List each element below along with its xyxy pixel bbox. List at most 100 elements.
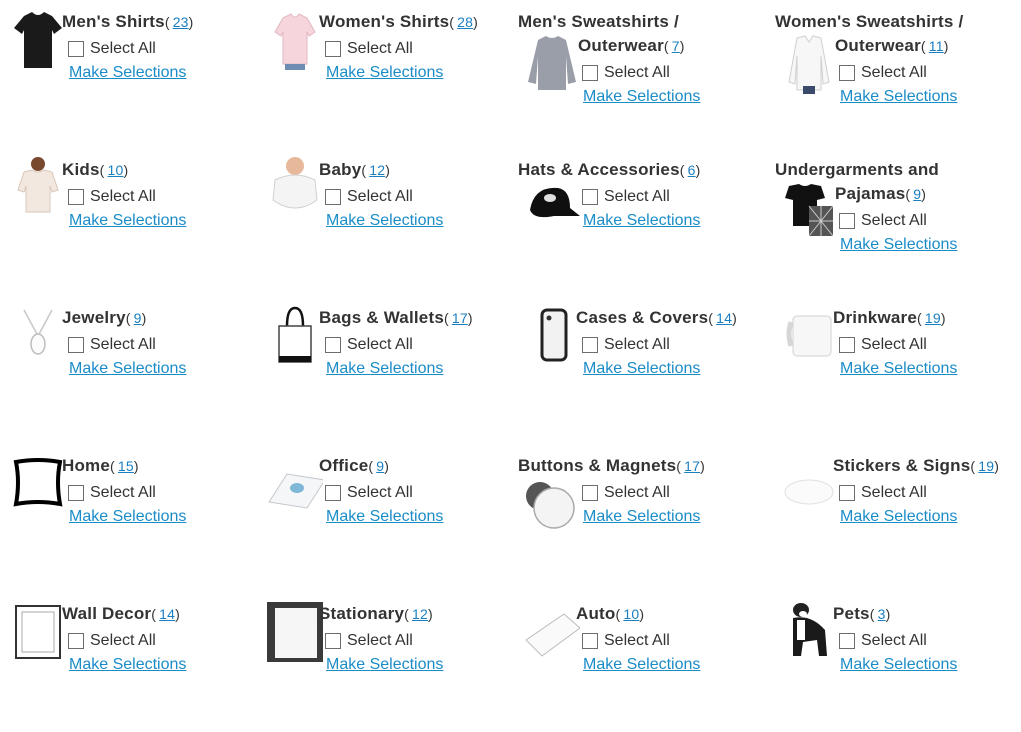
select-all-checkbox[interactable]: Select All	[582, 484, 670, 502]
make-selections-link[interactable]: Make Selections	[326, 212, 443, 230]
category-title: Stickers & Signs	[833, 456, 971, 475]
select-all-checkbox[interactable]: Select All	[325, 632, 413, 650]
category-count-link[interactable]: 23	[173, 14, 189, 30]
make-selections-link[interactable]: Make Selections	[69, 656, 186, 674]
select-all-checkbox[interactable]: Select All	[839, 64, 927, 82]
category-count-link[interactable]: 10	[108, 162, 124, 178]
button-pin-icon[interactable]	[524, 476, 580, 538]
category-cases-covers: Cases & Covers(14) Select All Make Selec…	[518, 296, 768, 436]
tshirt-black-icon[interactable]	[10, 8, 66, 70]
make-selections-link[interactable]: Make Selections	[69, 508, 186, 526]
pillow-icon[interactable]	[10, 452, 66, 514]
category-title: Baby	[319, 160, 362, 179]
make-selections-link[interactable]: Make Selections	[326, 656, 443, 674]
dog-icon[interactable]	[781, 600, 837, 662]
make-selections-link[interactable]: Make Selections	[583, 212, 700, 230]
category-home: Home(15) Select All Make Selections	[4, 444, 254, 584]
select-all-checkbox[interactable]: Select All	[582, 64, 670, 82]
category-count-link[interactable]: 19	[925, 310, 941, 326]
select-all-checkbox[interactable]: Select All	[839, 336, 927, 354]
category-count-link[interactable]: 10	[623, 606, 639, 622]
select-all-checkbox[interactable]: Select All	[325, 40, 413, 58]
make-selections-link[interactable]: Make Selections	[840, 508, 957, 526]
category-count-link[interactable]: 7	[672, 38, 680, 54]
category-count-link[interactable]: 17	[452, 310, 468, 326]
category-count-link[interactable]: 15	[118, 458, 134, 474]
category-stickers-signs: Stickers & Signs(19) Select All Make Sel…	[775, 444, 1021, 584]
category-count-link[interactable]: 19	[978, 458, 994, 474]
select-all-checkbox[interactable]: Select All	[582, 632, 670, 650]
make-selections-link[interactable]: Make Selections	[583, 656, 700, 674]
category-title: Men's Sweatshirts /	[518, 12, 679, 31]
category-count-link[interactable]: 14	[716, 310, 732, 326]
category-count-link[interactable]: 6	[688, 162, 696, 178]
sticker-icon[interactable]	[781, 452, 837, 514]
category-womens-shirts: Women's Shirts(28) Select All Make Selec…	[261, 0, 511, 140]
category-count-link[interactable]: 17	[684, 458, 700, 474]
select-all-checkbox[interactable]: Select All	[839, 632, 927, 650]
phone-case-icon[interactable]	[524, 304, 580, 366]
category-title-line2: Outerwear	[578, 36, 664, 55]
make-selections-link[interactable]: Make Selections	[840, 88, 957, 106]
kids-shirt-icon[interactable]	[10, 156, 66, 218]
select-all-checkbox[interactable]: Select All	[68, 336, 156, 354]
category-title: Drinkware	[833, 308, 918, 327]
category-pets: Pets(3) Select All Make Selections	[775, 592, 1021, 732]
make-selections-link[interactable]: Make Selections	[840, 236, 957, 254]
category-count-link[interactable]: 9	[134, 310, 142, 326]
select-all-checkbox[interactable]: Select All	[68, 188, 156, 206]
category-baby: Baby(12) Select All Make Selections	[261, 148, 511, 288]
make-selections-link[interactable]: Make Selections	[326, 360, 443, 378]
baby-onesie-icon[interactable]	[267, 156, 323, 218]
select-all-checkbox[interactable]: Select All	[68, 40, 156, 58]
category-count-link[interactable]: 14	[159, 606, 175, 622]
category-wall-decor: Wall Decor(14) Select All Make Selection…	[4, 592, 254, 732]
select-all-checkbox[interactable]: Select All	[325, 188, 413, 206]
category-title: Hats & Accessories	[518, 160, 680, 179]
make-selections-link[interactable]: Make Selections	[840, 656, 957, 674]
select-all-checkbox[interactable]: Select All	[325, 484, 413, 502]
category-title: Auto	[576, 604, 616, 623]
category-womens-sweatshirts: Women's Sweatshirts / Outerwear(11) Selec…	[775, 12, 964, 106]
category-title: Jewelry	[62, 308, 126, 327]
category-grid: Men's Shirts(23) Select All Make Selecti…	[0, 0, 1021, 674]
mug-icon[interactable]	[781, 304, 837, 366]
select-all-checkbox[interactable]: Select All	[582, 188, 670, 206]
category-mens-shirts: Men's Shirts(23) Select All Make Selecti…	[4, 0, 254, 140]
mousepad-icon[interactable]	[267, 452, 323, 514]
necklace-icon[interactable]	[10, 304, 66, 366]
cap-icon[interactable]	[524, 180, 580, 242]
category-title: Buttons & Magnets	[518, 456, 677, 475]
frame-icon[interactable]	[10, 600, 66, 662]
select-all-checkbox[interactable]: Select All	[325, 336, 413, 354]
select-all-checkbox[interactable]: Select All	[68, 484, 156, 502]
make-selections-link[interactable]: Make Selections	[840, 360, 957, 378]
category-auto: Auto(10) Select All Make Selections	[518, 592, 768, 732]
make-selections-link[interactable]: Make Selections	[326, 508, 443, 526]
select-all-checkbox[interactable]: Select All	[839, 484, 927, 502]
category-title: Stationary	[319, 604, 405, 623]
make-selections-link[interactable]: Make Selections	[583, 508, 700, 526]
category-count-link[interactable]: 12	[412, 606, 428, 622]
category-count-link[interactable]: 3	[878, 606, 886, 622]
make-selections-link[interactable]: Make Selections	[69, 360, 186, 378]
tote-bag-icon[interactable]	[267, 304, 323, 366]
make-selections-link[interactable]: Make Selections	[326, 64, 443, 82]
make-selections-link[interactable]: Make Selections	[583, 360, 700, 378]
category-count-link[interactable]: 28	[457, 14, 473, 30]
category-title: Office	[319, 456, 369, 475]
select-all-checkbox[interactable]: Select All	[582, 336, 670, 354]
make-selections-link[interactable]: Make Selections	[69, 64, 186, 82]
category-title: Home	[62, 456, 111, 475]
notebook-icon[interactable]	[267, 600, 323, 662]
select-all-checkbox[interactable]: Select All	[68, 632, 156, 650]
tshirt-pink-icon[interactable]	[267, 8, 323, 70]
make-selections-link[interactable]: Make Selections	[583, 88, 700, 106]
category-stationary: Stationary(12) Select All Make Selection…	[261, 592, 511, 732]
select-all-checkbox[interactable]: Select All	[839, 212, 927, 230]
bumper-sticker-icon[interactable]	[524, 600, 580, 662]
make-selections-link[interactable]: Make Selections	[69, 212, 186, 230]
category-count-link[interactable]: 12	[369, 162, 385, 178]
category-title-line2: Outerwear	[835, 36, 921, 55]
category-count-link[interactable]: 11	[929, 38, 944, 54]
